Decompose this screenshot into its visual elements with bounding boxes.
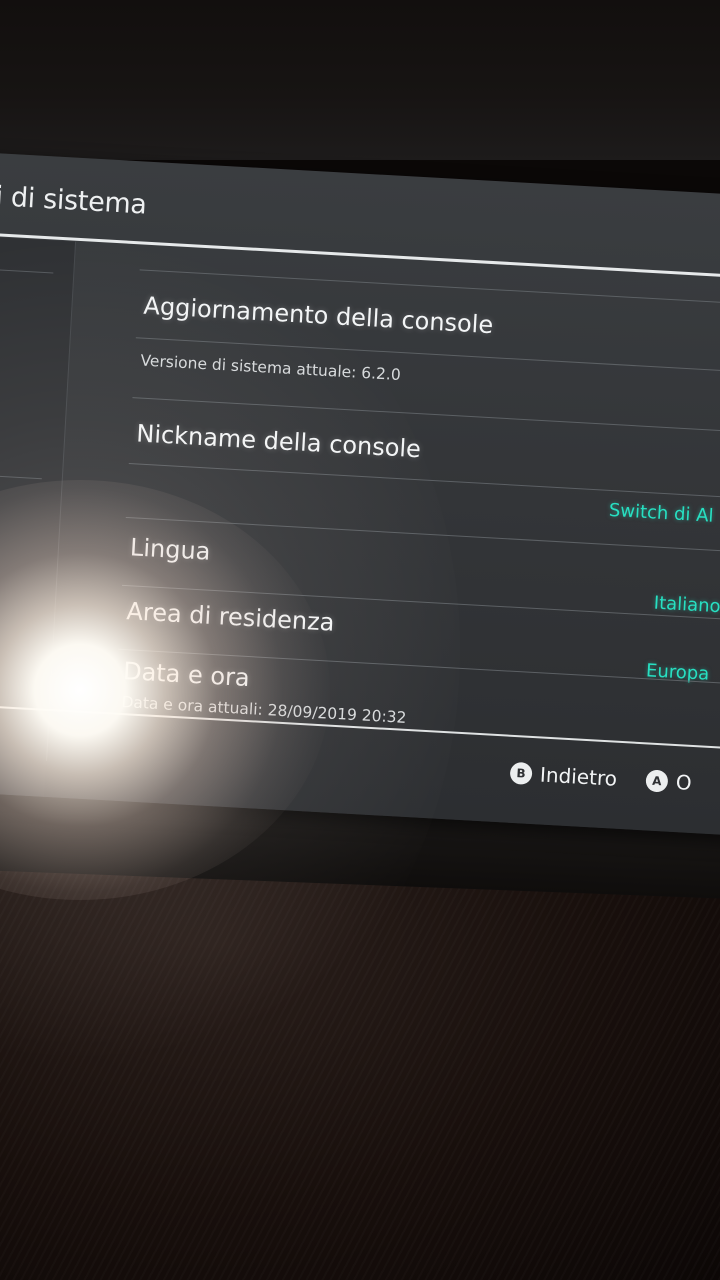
- back-button[interactable]: B Indietro: [509, 761, 618, 791]
- setting-title: Aggiornamento della console: [142, 291, 494, 340]
- back-label: Indietro: [539, 762, 618, 791]
- row-divider: [128, 463, 720, 500]
- page-title: i di sistema: [0, 181, 148, 221]
- photo-scene: i di sistema Aggiornamento della console…: [0, 0, 720, 1280]
- b-button-icon: B: [509, 761, 533, 786]
- a-button-icon: A: [645, 769, 669, 793]
- sidebar[interactable]: [0, 233, 76, 797]
- sidebar-divider: [0, 265, 54, 274]
- language-value: Italiano: [653, 592, 720, 618]
- row-divider: [125, 516, 720, 554]
- ok-label: O: [675, 770, 693, 795]
- setting-title: Lingua: [129, 533, 212, 566]
- setting-title: Data e ora: [122, 657, 251, 693]
- system-version-text: Versione di sistema attuale: 6.2.0: [140, 351, 402, 385]
- console-screen: i di sistema Aggiornamento della console…: [0, 150, 720, 838]
- title-divider: [0, 229, 720, 281]
- setting-title: Nickname della console: [135, 419, 422, 464]
- console-bezel-top: [0, 0, 720, 160]
- wooden-table: [0, 860, 720, 1280]
- setting-title: Area di residenza: [125, 597, 336, 637]
- nickname-value: Switch di Al: [608, 499, 715, 527]
- sidebar-divider: [0, 471, 42, 480]
- ok-button[interactable]: A O: [645, 768, 692, 795]
